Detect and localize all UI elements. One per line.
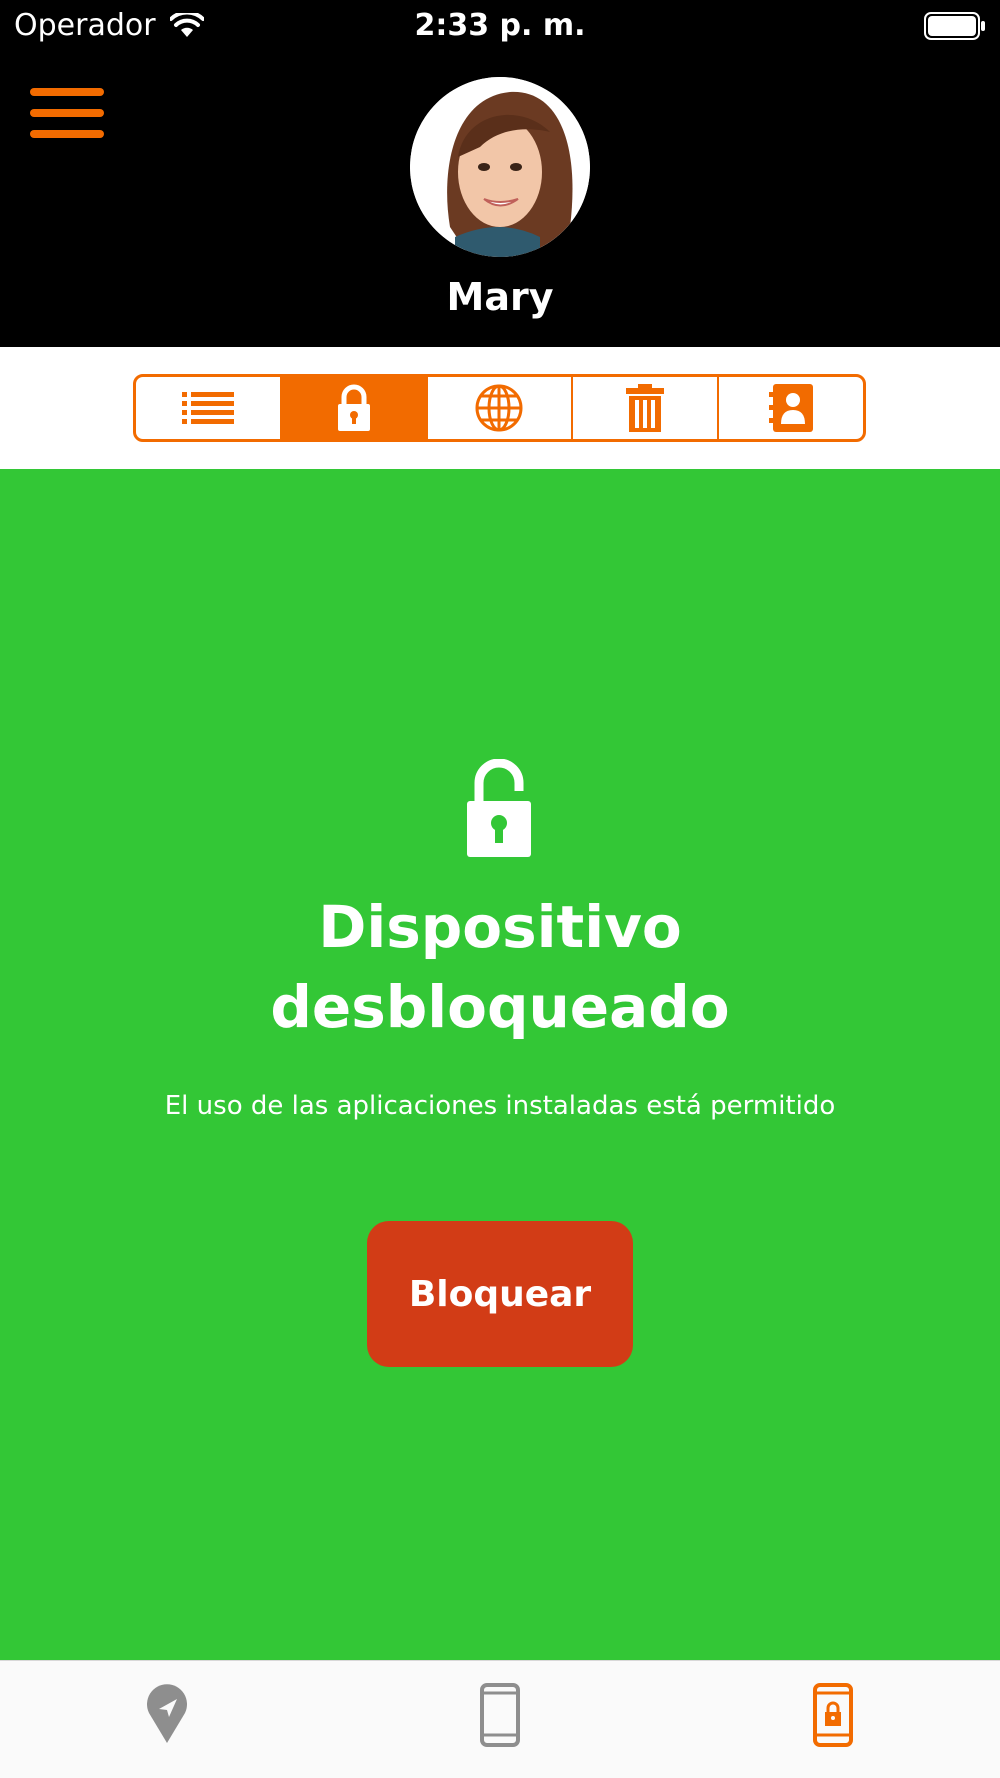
app-screen: Operador 2:33 p. m. Mary Dispositivo des…: [0, 0, 1000, 1778]
profile-name: Mary: [446, 275, 554, 319]
lock-button[interactable]: Bloquear: [367, 1221, 633, 1367]
phone-lock-icon: [813, 1683, 853, 1747]
status-time: 2:33 p. m.: [414, 8, 586, 43]
segment-web[interactable]: [428, 377, 574, 439]
tab-device[interactable]: [460, 1683, 540, 1755]
battery-icon: [924, 12, 985, 40]
header: Operador 2:33 p. m. Mary: [0, 0, 1000, 347]
contacts-icon: [769, 384, 814, 432]
lock-icon: [337, 384, 370, 431]
location-pin-icon: [147, 1684, 187, 1743]
segment-list[interactable]: [136, 377, 282, 439]
status-description: El uso de las aplicaciones instaladas es…: [164, 1091, 836, 1121]
phone-icon: [480, 1683, 520, 1747]
segment-area: [0, 347, 1000, 469]
segment-delete[interactable]: [573, 377, 720, 439]
device-status-panel: Dispositivo desbloqueado El uso de las a…: [0, 469, 1000, 1660]
tab-location[interactable]: [127, 1683, 207, 1755]
tab-bar: [0, 1660, 1000, 1778]
status-title: Dispositivo desbloqueado: [0, 887, 1000, 1047]
hamburger-menu-icon[interactable]: [30, 88, 110, 148]
avatar-portrait: [410, 77, 590, 257]
tab-device-lock[interactable]: [793, 1683, 873, 1755]
segmented-control: [133, 374, 866, 442]
globe-icon: [475, 384, 523, 432]
segment-lock[interactable]: [281, 377, 428, 439]
trash-icon: [626, 384, 665, 432]
list-icon: [181, 392, 234, 424]
status-title-text: Dispositivo desbloqueado: [270, 893, 730, 1041]
unlocked-padlock-icon: [467, 759, 531, 857]
segment-contacts[interactable]: [719, 377, 863, 439]
avatar[interactable]: [410, 77, 590, 257]
